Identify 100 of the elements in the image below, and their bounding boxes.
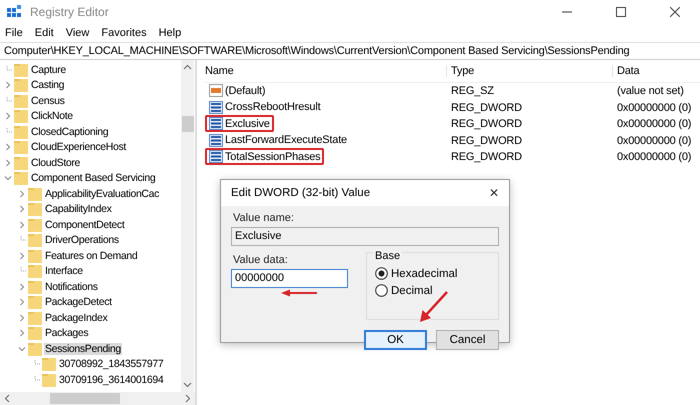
expand-chevron-icon[interactable] — [18, 190, 26, 198]
expand-chevron-icon[interactable] — [4, 158, 12, 167]
menu-item[interactable]: File — [5, 27, 23, 39]
value-name[interactable]: CrossRebootHresult — [205, 98, 324, 116]
tree-item[interactable]: CloudStore — [30, 156, 82, 169]
table-cell-text: (value not set) — [617, 85, 685, 98]
tree-item[interactable]: ApplicabilityEvaluationCac — [44, 188, 160, 200]
tree-item[interactable]: SessionsPending — [44, 342, 122, 355]
scroll-down-icon[interactable] — [183, 382, 192, 388]
close-button[interactable]: ✕ — [489, 186, 499, 200]
tree-item[interactable]: CapabilityIndex — [44, 203, 113, 216]
registry-icon — [6, 4, 22, 20]
table-cell-text: REG_DWORD — [451, 118, 523, 130]
tree-item[interactable]: 30709196_3614001694 — [58, 374, 164, 386]
scroll-up-icon[interactable] — [183, 64, 192, 70]
expand-chevron-icon[interactable] — [18, 314, 26, 322]
tree-item[interactable]: ComponentDetect — [44, 218, 126, 231]
table-cell-text: REG_DWORD — [451, 102, 523, 114]
tree-item[interactable]: CloudExperienceHost — [30, 141, 127, 154]
expand-chevron-icon[interactable] — [18, 329, 26, 338]
expand-chevron-icon[interactable] — [18, 282, 26, 291]
radio-option[interactable]: Hexadecimal — [375, 267, 490, 280]
folder-icon — [14, 78, 28, 92]
table-cell-text: 0x00000000 (0) — [617, 118, 692, 130]
tree-item[interactable]: DriverOperations — [44, 234, 120, 246]
tree-item[interactable]: ClosedCaptioning — [30, 126, 110, 138]
close-icon[interactable] — [670, 7, 680, 17]
folder-icon — [28, 186, 42, 201]
address-bar[interactable]: Computer\HKEY_LOCAL_MACHINE\SOFTWARE\Microsoft\Windows\CurrentVersion\Component Based Servicing\SessionsPending — [0, 42, 700, 60]
radio-option[interactable]: Decimal — [375, 284, 490, 297]
table-cell-text: 0x00000000 (0) — [617, 151, 692, 164]
tree-item[interactable]: PackageIndex — [44, 312, 108, 324]
folder-icon — [42, 372, 56, 387]
tree-item[interactable]: 30708992_1843557977 — [58, 358, 164, 370]
folder-icon — [14, 140, 28, 154]
tree-item[interactable]: Notifications — [44, 280, 99, 293]
expand-chevron-icon[interactable] — [4, 143, 12, 152]
folder-icon — [28, 310, 42, 325]
radio-icon[interactable] — [375, 284, 388, 297]
field-label: Value name: — [233, 212, 295, 224]
folder-icon — [14, 94, 28, 108]
menu-item[interactable]: View — [66, 27, 90, 39]
table-cell-text: REG_SZ — [451, 85, 495, 98]
table-cell-text: REG_DWORD — [451, 151, 523, 164]
folder-icon — [28, 233, 42, 248]
tree-item[interactable]: Packages — [44, 327, 90, 340]
tree-item[interactable]: Capture — [30, 64, 67, 76]
expand-chevron-icon[interactable] — [18, 205, 26, 214]
dialog-title: Edit DWORD (32-bit) Value — [231, 187, 370, 199]
folder-icon — [14, 62, 28, 77]
tree-item[interactable]: Features on Demand — [44, 250, 138, 262]
folder-icon — [14, 171, 28, 186]
expand-chevron-icon[interactable] — [18, 298, 26, 306]
collapse-chevron-icon[interactable] — [18, 344, 26, 353]
maximize-icon[interactable] — [616, 7, 626, 17]
folder-icon — [28, 326, 42, 340]
folder-icon — [28, 248, 42, 263]
value-name[interactable]: (Default) — [205, 82, 270, 100]
table-cell-text: REG_DWORD — [451, 134, 523, 147]
folder-icon — [28, 342, 42, 356]
expand-chevron-icon[interactable] — [4, 112, 12, 120]
expand-chevron-icon[interactable] — [18, 252, 26, 260]
folder-icon — [14, 109, 28, 124]
tree-item[interactable]: PackageDetect — [44, 296, 113, 308]
scroll-right-icon[interactable] — [185, 394, 191, 403]
collapse-chevron-icon[interactable] — [4, 174, 12, 182]
expand-chevron-icon[interactable] — [18, 220, 26, 229]
scrollbar-thumb[interactable] — [50, 393, 120, 404]
folder-icon — [14, 156, 28, 170]
value-name[interactable]: LastForwardExecuteState — [205, 132, 351, 149]
tree-item[interactable]: ClickNote — [30, 110, 74, 122]
tree-item[interactable]: Component Based Servicing — [30, 172, 156, 184]
field-label: Value data: — [233, 254, 289, 266]
folder-icon — [28, 202, 42, 216]
group-label: Base — [373, 250, 402, 262]
value-name-field[interactable]: Exclusive — [231, 227, 499, 246]
folder-icon — [28, 218, 42, 232]
radio-icon[interactable] — [375, 267, 388, 280]
menu-item[interactable]: Help — [158, 27, 182, 39]
scrollbar-thumb[interactable] — [182, 116, 194, 132]
value-name[interactable]: Exclusive — [205, 115, 274, 132]
pointer-arrow — [281, 289, 317, 297]
expand-chevron-icon[interactable] — [4, 81, 12, 90]
menu-item[interactable]: Favorites — [101, 27, 147, 39]
dialog-button[interactable]: Cancel — [436, 330, 499, 350]
tree-item[interactable]: Interface — [44, 265, 84, 278]
column-header[interactable]: Data — [612, 65, 700, 77]
folder-icon — [28, 280, 42, 294]
folder-icon — [28, 295, 42, 310]
dialog-button[interactable]: OK — [364, 330, 427, 350]
scroll-left-icon[interactable] — [4, 394, 10, 403]
value-data-field[interactable]: 00000000 — [231, 269, 348, 288]
table-cell-text: 0x00000000 (0) — [617, 134, 692, 147]
tree-item[interactable]: Census — [30, 94, 66, 107]
folder-icon — [42, 357, 56, 372]
tree-item[interactable]: Casting — [30, 79, 66, 92]
value-name[interactable]: TotalSessionPhases — [205, 148, 324, 166]
menu-item[interactable]: Edit — [34, 27, 54, 39]
window-title: Registry Editor — [30, 5, 109, 19]
column-header[interactable]: Type — [446, 65, 617, 77]
